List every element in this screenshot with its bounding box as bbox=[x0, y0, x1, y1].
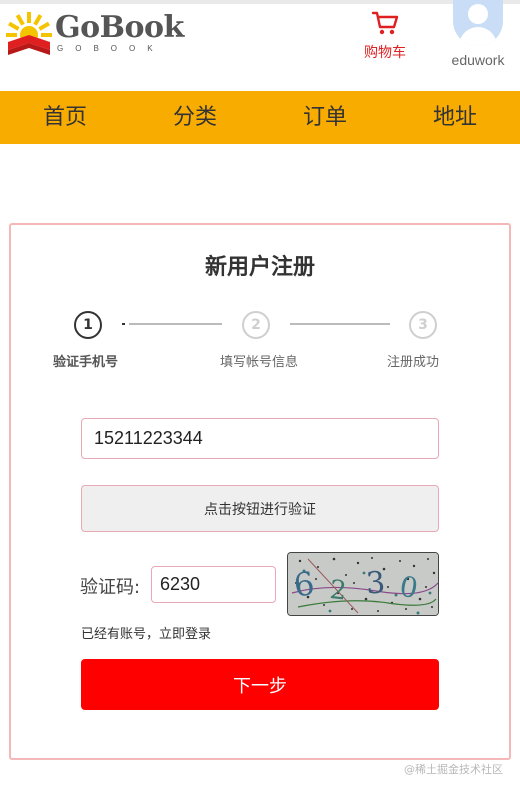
svg-text:3: 3 bbox=[365, 565, 386, 601]
captcha-image[interactable]: 6 2 3 0 bbox=[287, 552, 439, 616]
code-label: 验证码: bbox=[80, 577, 141, 598]
gobook-logo-icon[interactable] bbox=[6, 12, 52, 58]
register-card: 新用户注册 1 2 3 验证手机号 填写帐号信息 注册成功 点击按钮进行验证 验… bbox=[9, 223, 511, 760]
cart-icon bbox=[371, 11, 399, 35]
login-link[interactable]: 已经有账号，立即登录 bbox=[81, 623, 211, 642]
step-3-circle: 3 bbox=[409, 311, 437, 339]
nav-item-home[interactable]: 首页 bbox=[0, 91, 130, 144]
verify-button[interactable]: 点击按钮进行验证 bbox=[81, 485, 439, 532]
step-connector-2 bbox=[290, 323, 390, 325]
step-connector-1 bbox=[122, 323, 222, 325]
step-2-label: 填写帐号信息 bbox=[220, 355, 299, 370]
nav-item-category[interactable]: 分类 bbox=[130, 91, 260, 144]
svg-text:2: 2 bbox=[328, 575, 348, 607]
code-input[interactable] bbox=[151, 566, 276, 603]
watermark: @稀土掘金技术社区 bbox=[404, 763, 503, 776]
cart-button[interactable]: 购物车 bbox=[354, 6, 416, 68]
step-1-circle: 1 bbox=[74, 311, 102, 339]
logo-title: GoBook bbox=[55, 10, 184, 45]
step-2-circle: 2 bbox=[242, 311, 270, 339]
register-title: 新用户注册 bbox=[204, 255, 315, 280]
step-3-label: 注册成功 bbox=[387, 355, 440, 370]
user-menu[interactable]: eduwork bbox=[440, 0, 516, 70]
cart-label: 购物车 bbox=[364, 45, 406, 61]
phone-input[interactable] bbox=[81, 418, 439, 459]
username: eduwork bbox=[451, 52, 505, 68]
step-1-label: 验证手机号 bbox=[53, 355, 119, 370]
next-step-button[interactable]: 下一步 bbox=[81, 659, 439, 710]
avatar bbox=[453, 0, 503, 46]
nav-item-orders[interactable]: 订单 bbox=[260, 91, 390, 144]
logo-subtitle: GOBOOK bbox=[57, 44, 165, 53]
nav-item-address[interactable]: 地址 bbox=[390, 91, 520, 144]
main-nav: 首页 分类 订单 地址 bbox=[0, 91, 520, 144]
